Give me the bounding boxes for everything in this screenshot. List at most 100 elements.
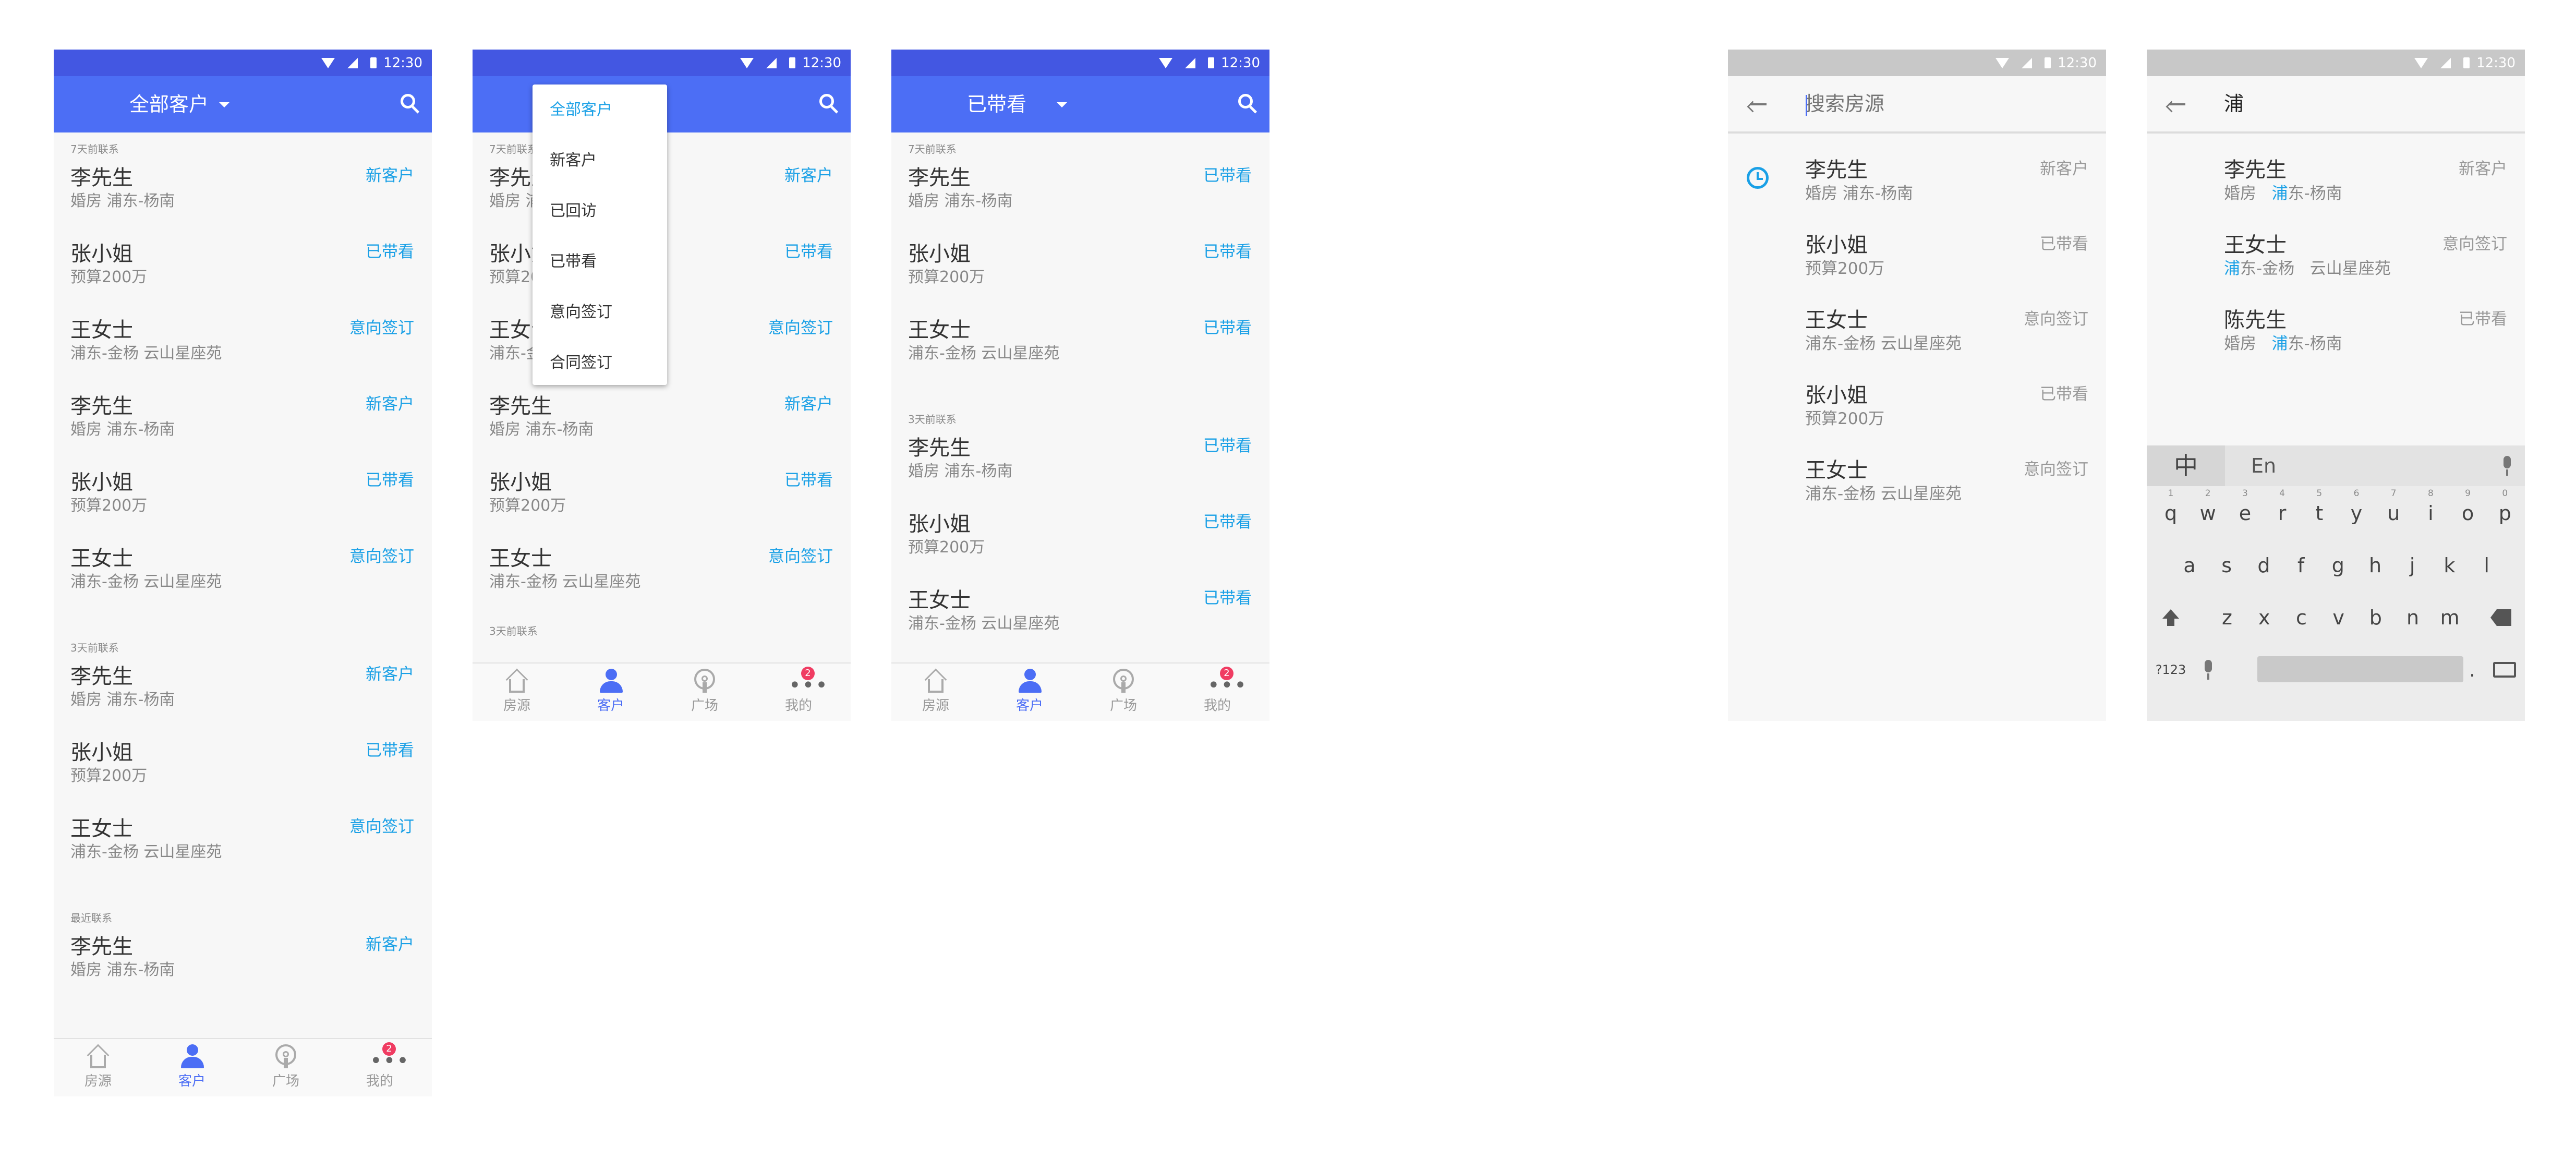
status-tag: 意向签订 bbox=[2442, 235, 2507, 254]
battery-icon bbox=[2463, 57, 2470, 68]
search-history-item[interactable]: 王女士 浦东-金杨 云山星座苑 意向签订 bbox=[1728, 297, 2106, 370]
list-item[interactable]: 李先生 婚房 浦东-杨南 已带看 bbox=[891, 426, 1269, 499]
key-g[interactable]: g bbox=[2321, 539, 2355, 592]
customer-name: 王女士 bbox=[70, 547, 133, 571]
dropdown-option[interactable]: 意向签订 bbox=[550, 303, 612, 322]
search-result-item[interactable]: 李先生 婚房 浦东-杨南 新客户 bbox=[2147, 147, 2525, 220]
key-m[interactable]: m bbox=[2433, 592, 2466, 644]
key-k[interactable]: k bbox=[2433, 539, 2466, 592]
search-history-item[interactable]: 张小姐 预算200万 已带看 bbox=[1728, 372, 2106, 445]
tab-user[interactable]: 客户 bbox=[579, 664, 642, 721]
list-item[interactable]: 张小姐 预算200万 已带看 bbox=[891, 232, 1269, 305]
key-v[interactable]: v bbox=[2322, 592, 2355, 644]
key-s[interactable]: s bbox=[2210, 539, 2243, 592]
tab-more[interactable]: ••• 2 我的 bbox=[348, 1039, 411, 1096]
list-item[interactable]: 张小姐 预算200万 已带看 bbox=[54, 232, 432, 305]
list-item[interactable]: 李先生婚房 浦东-杨南 新客户 bbox=[54, 155, 432, 228]
search-input[interactable] bbox=[2224, 92, 2495, 116]
key-u[interactable]: u bbox=[2377, 487, 2410, 539]
list-item[interactable]: 王女士 浦东-金杨 云山星座苑 已带看 bbox=[891, 578, 1269, 651]
tab-user[interactable]: 客户 bbox=[998, 664, 1061, 721]
key-a[interactable]: a bbox=[2173, 539, 2206, 592]
dropdown-option[interactable]: 新客户 bbox=[550, 151, 597, 171]
filter-dropdown[interactable]: 已带看 bbox=[967, 89, 1071, 120]
list-item[interactable]: 王女士浦东-金杨 云山星座苑 意向签订 bbox=[54, 806, 432, 879]
search-icon[interactable] bbox=[1238, 94, 1258, 116]
key-c[interactable]: c bbox=[2284, 592, 2318, 644]
back-arrow-icon[interactable] bbox=[1747, 96, 1767, 114]
list-item[interactable]: 张小姐 预算200万 已带看 bbox=[473, 460, 851, 533]
dropdown-option[interactable]: 合同签订 bbox=[550, 353, 612, 373]
status-time: 12:30 bbox=[383, 55, 422, 71]
tab-more[interactable]: ••• 2 我的 bbox=[1186, 664, 1249, 721]
dropdown-option[interactable]: 全部客户 bbox=[550, 100, 612, 120]
key-y[interactable]: y bbox=[2340, 487, 2373, 539]
filter-dropdown[interactable]: 全部客户 bbox=[129, 89, 234, 120]
list-item[interactable]: 张小姐 预算200万 已带看 bbox=[54, 460, 432, 533]
voice-key[interactable] bbox=[2192, 644, 2225, 696]
key-o[interactable]: o bbox=[2451, 487, 2485, 539]
list-item[interactable]: 李先生婚房 浦东-杨南 新客户 bbox=[54, 654, 432, 727]
key-h[interactable]: h bbox=[2359, 539, 2392, 592]
tab-plaza[interactable]: 广场 bbox=[255, 1039, 317, 1096]
symbols-key[interactable]: ?123 bbox=[2154, 644, 2187, 696]
status-tag: 新客户 bbox=[366, 665, 414, 684]
tab-user[interactable]: 客户 bbox=[161, 1039, 223, 1096]
back-arrow-icon[interactable] bbox=[2166, 96, 2185, 114]
list-item[interactable]: 王女士浦东-金杨 云山星座苑 意向签订 bbox=[54, 308, 432, 381]
key-q[interactable]: q bbox=[2154, 487, 2187, 539]
key-n[interactable]: n bbox=[2396, 592, 2429, 644]
list-item[interactable]: 李先生婚房 浦东-杨南 新客户 bbox=[473, 384, 851, 457]
search-history-item[interactable]: 张小姐 预算200万 已带看 bbox=[1728, 222, 2106, 295]
list-item[interactable]: 王女士浦东-金杨 云山星座苑 意向签订 bbox=[473, 536, 851, 609]
tab-plaza[interactable]: 广场 bbox=[1092, 664, 1155, 721]
caret-down-icon bbox=[1057, 102, 1067, 107]
tab-home[interactable]: 房源 bbox=[904, 664, 967, 721]
dropdown-option[interactable]: 已带看 bbox=[550, 252, 597, 272]
key-b[interactable]: b bbox=[2359, 592, 2392, 644]
more-icon: ••• 2 bbox=[789, 667, 829, 697]
search-history-item[interactable]: 李先生 婚房 浦东-杨南 新客户 bbox=[1728, 147, 2106, 220]
key-l[interactable]: l bbox=[2470, 539, 2504, 592]
search-icon[interactable] bbox=[401, 94, 420, 116]
list-item[interactable]: 李先生婚房 浦东-杨南 新客户 bbox=[54, 384, 432, 457]
key-e[interactable]: e bbox=[2228, 487, 2261, 539]
detail-suffix: 东-杨南 bbox=[2288, 184, 2342, 203]
tab-home[interactable]: 房源 bbox=[486, 664, 548, 721]
shift-key[interactable] bbox=[2154, 592, 2187, 644]
key-w[interactable]: w bbox=[2191, 487, 2224, 539]
customer-name: 张小姐 bbox=[70, 741, 133, 765]
mic-icon[interactable] bbox=[2502, 456, 2512, 476]
search-result-item[interactable]: 陈先生 婚房 浦东-杨南 已带看 bbox=[2147, 297, 2525, 370]
search-result-item[interactable]: 王女士 浦东-金杨 云山星座苑 意向签订 bbox=[2147, 222, 2525, 295]
customer-detail: 预算200万 bbox=[70, 767, 148, 785]
tab-plaza[interactable]: 广场 bbox=[673, 664, 736, 721]
search-history-item[interactable]: 王女士 浦东-金杨 云山星座苑 意向签订 bbox=[1728, 447, 2106, 520]
list-item[interactable]: 李先生 婚房 浦东-杨南 已带看 bbox=[891, 155, 1269, 228]
key-i[interactable]: i bbox=[2414, 487, 2447, 539]
key-r[interactable]: r bbox=[2266, 487, 2299, 539]
dropdown-option[interactable]: 已回访 bbox=[550, 201, 597, 221]
search-icon[interactable] bbox=[819, 94, 839, 116]
backspace-key[interactable] bbox=[2484, 592, 2518, 644]
space-key[interactable] bbox=[2257, 656, 2463, 682]
list-item[interactable]: 张小姐 预算200万 已带看 bbox=[891, 502, 1269, 575]
tab-more[interactable]: ••• 2 我的 bbox=[767, 664, 830, 721]
key-p[interactable]: p bbox=[2488, 487, 2522, 539]
key-d[interactable]: d bbox=[2247, 539, 2280, 592]
list-item[interactable]: 张小姐 预算200万 已带看 bbox=[54, 730, 432, 803]
key-f[interactable]: f bbox=[2284, 539, 2318, 592]
key-z[interactable]: z bbox=[2210, 592, 2244, 644]
tab-home[interactable]: 房源 bbox=[67, 1039, 129, 1096]
key-t[interactable]: t bbox=[2303, 487, 2336, 539]
list-item[interactable]: 王女士浦东-金杨 云山星座苑 意向签订 bbox=[54, 536, 432, 609]
hide-keyboard-key[interactable] bbox=[2488, 644, 2521, 696]
search-input[interactable] bbox=[1805, 92, 2076, 116]
list-item[interactable]: 李先生婚房 浦东-杨南 新客户 bbox=[54, 924, 432, 997]
lang-chinese-key[interactable]: 中 bbox=[2147, 445, 2225, 486]
list-item[interactable]: 王女士 浦东-金杨 云山星座苑 已带看 bbox=[891, 308, 1269, 381]
key-j[interactable]: j bbox=[2396, 539, 2429, 592]
lang-english-key[interactable]: En bbox=[2251, 445, 2276, 486]
key-x[interactable]: x bbox=[2247, 592, 2281, 644]
period-key[interactable]: . bbox=[2456, 644, 2489, 696]
